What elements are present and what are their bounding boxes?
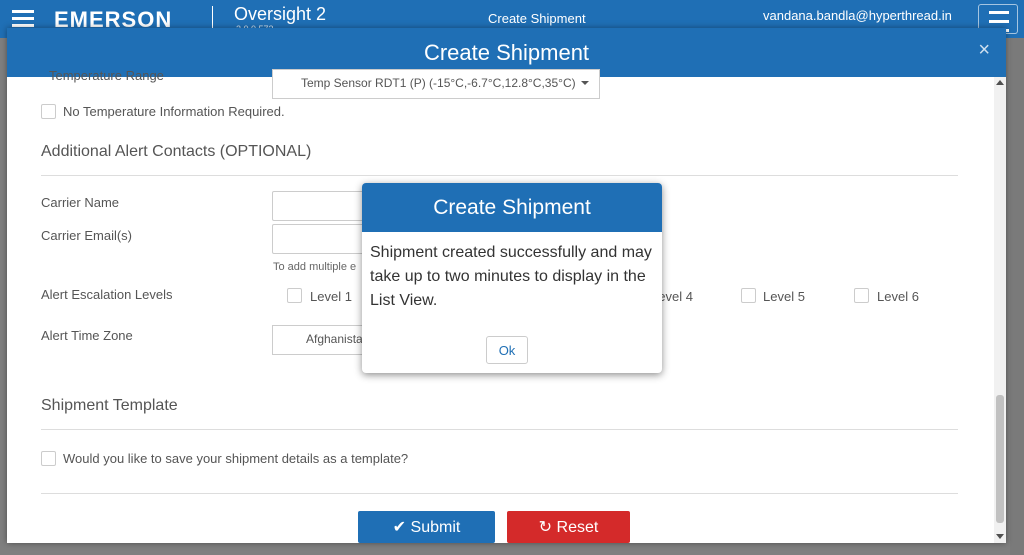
submit-label: Submit — [410, 519, 461, 536]
chevron-down-icon — [581, 81, 589, 85]
level-6-checkbox[interactable] — [854, 288, 869, 303]
shipment-template-section-title: Shipment Template — [41, 397, 178, 414]
level-1-checkbox[interactable] — [287, 288, 302, 303]
temperature-range-select[interactable]: Temp Sensor RDT1 (P) (-15°C,-6.7°C,12.8°… — [272, 69, 600, 99]
temperature-range-value: Temp Sensor RDT1 (P) (-15°C,-6.7°C,12.8°… — [301, 76, 576, 90]
alert-contacts-section-title: Additional Alert Contacts (OPTIONAL) — [41, 143, 312, 160]
scrollbar-thumb[interactable] — [996, 395, 1004, 523]
save-template-label: Would you like to save your shipment det… — [63, 451, 409, 466]
shipment-created-dialog: Create Shipment Shipment created success… — [362, 183, 662, 373]
section-divider — [41, 429, 958, 430]
product-name: Oversight 2 — [234, 4, 327, 24]
email-hint: To add multiple e — [273, 261, 357, 273]
no-temp-info-label: No Temperature Information Required. — [63, 104, 285, 119]
check-icon: ✔ — [392, 519, 407, 536]
reset-label: Reset — [556, 519, 599, 536]
close-icon[interactable]: × — [978, 39, 990, 62]
alert-time-zone-label: Alert Time Zone — [41, 328, 133, 343]
section-divider — [41, 493, 958, 494]
level-5-label: Level 5 — [763, 289, 805, 304]
submit-button[interactable]: ✔ Submit — [358, 511, 495, 543]
modal-scrollbar[interactable] — [994, 77, 1006, 543]
time-zone-value: Afghanista — [306, 332, 363, 346]
level-6-label: Level 6 — [877, 289, 919, 304]
scroll-up-icon[interactable] — [996, 80, 1004, 85]
modal-title: Create Shipment — [423, 40, 590, 65]
dialog-title: Create Shipment — [362, 183, 662, 232]
hamburger-menu-icon[interactable] — [12, 10, 34, 28]
escalation-levels-label: Alert Escalation Levels — [41, 287, 173, 302]
level-1-label: Level 1 — [310, 289, 352, 304]
header-page-title: Create Shipment — [488, 11, 586, 26]
header-divider — [212, 6, 213, 28]
page-scrollbar[interactable] — [1010, 38, 1024, 555]
refresh-icon: ↻ — [538, 519, 553, 536]
carrier-email-label: Carrier Email(s) — [41, 228, 132, 243]
time-zone-select[interactable]: Afghanista — [272, 325, 372, 355]
dialog-message: Shipment created successfully and may ta… — [370, 244, 652, 309]
scroll-down-icon[interactable] — [996, 534, 1004, 539]
no-temp-info-checkbox[interactable] — [41, 104, 56, 119]
carrier-email-input[interactable] — [272, 224, 372, 254]
carrier-name-label: Carrier Name — [41, 195, 120, 210]
user-email[interactable]: vandana.bandla@hyperthread.in — [763, 8, 952, 23]
temperature-range-label: Temperature Range — [49, 68, 164, 83]
save-template-checkbox[interactable] — [41, 451, 56, 466]
carrier-name-input[interactable] — [272, 191, 372, 221]
reset-button[interactable]: ↻ Reset — [507, 511, 630, 543]
section-divider — [41, 175, 958, 176]
ok-button[interactable]: Ok — [486, 336, 528, 364]
level-5-checkbox[interactable] — [741, 288, 756, 303]
